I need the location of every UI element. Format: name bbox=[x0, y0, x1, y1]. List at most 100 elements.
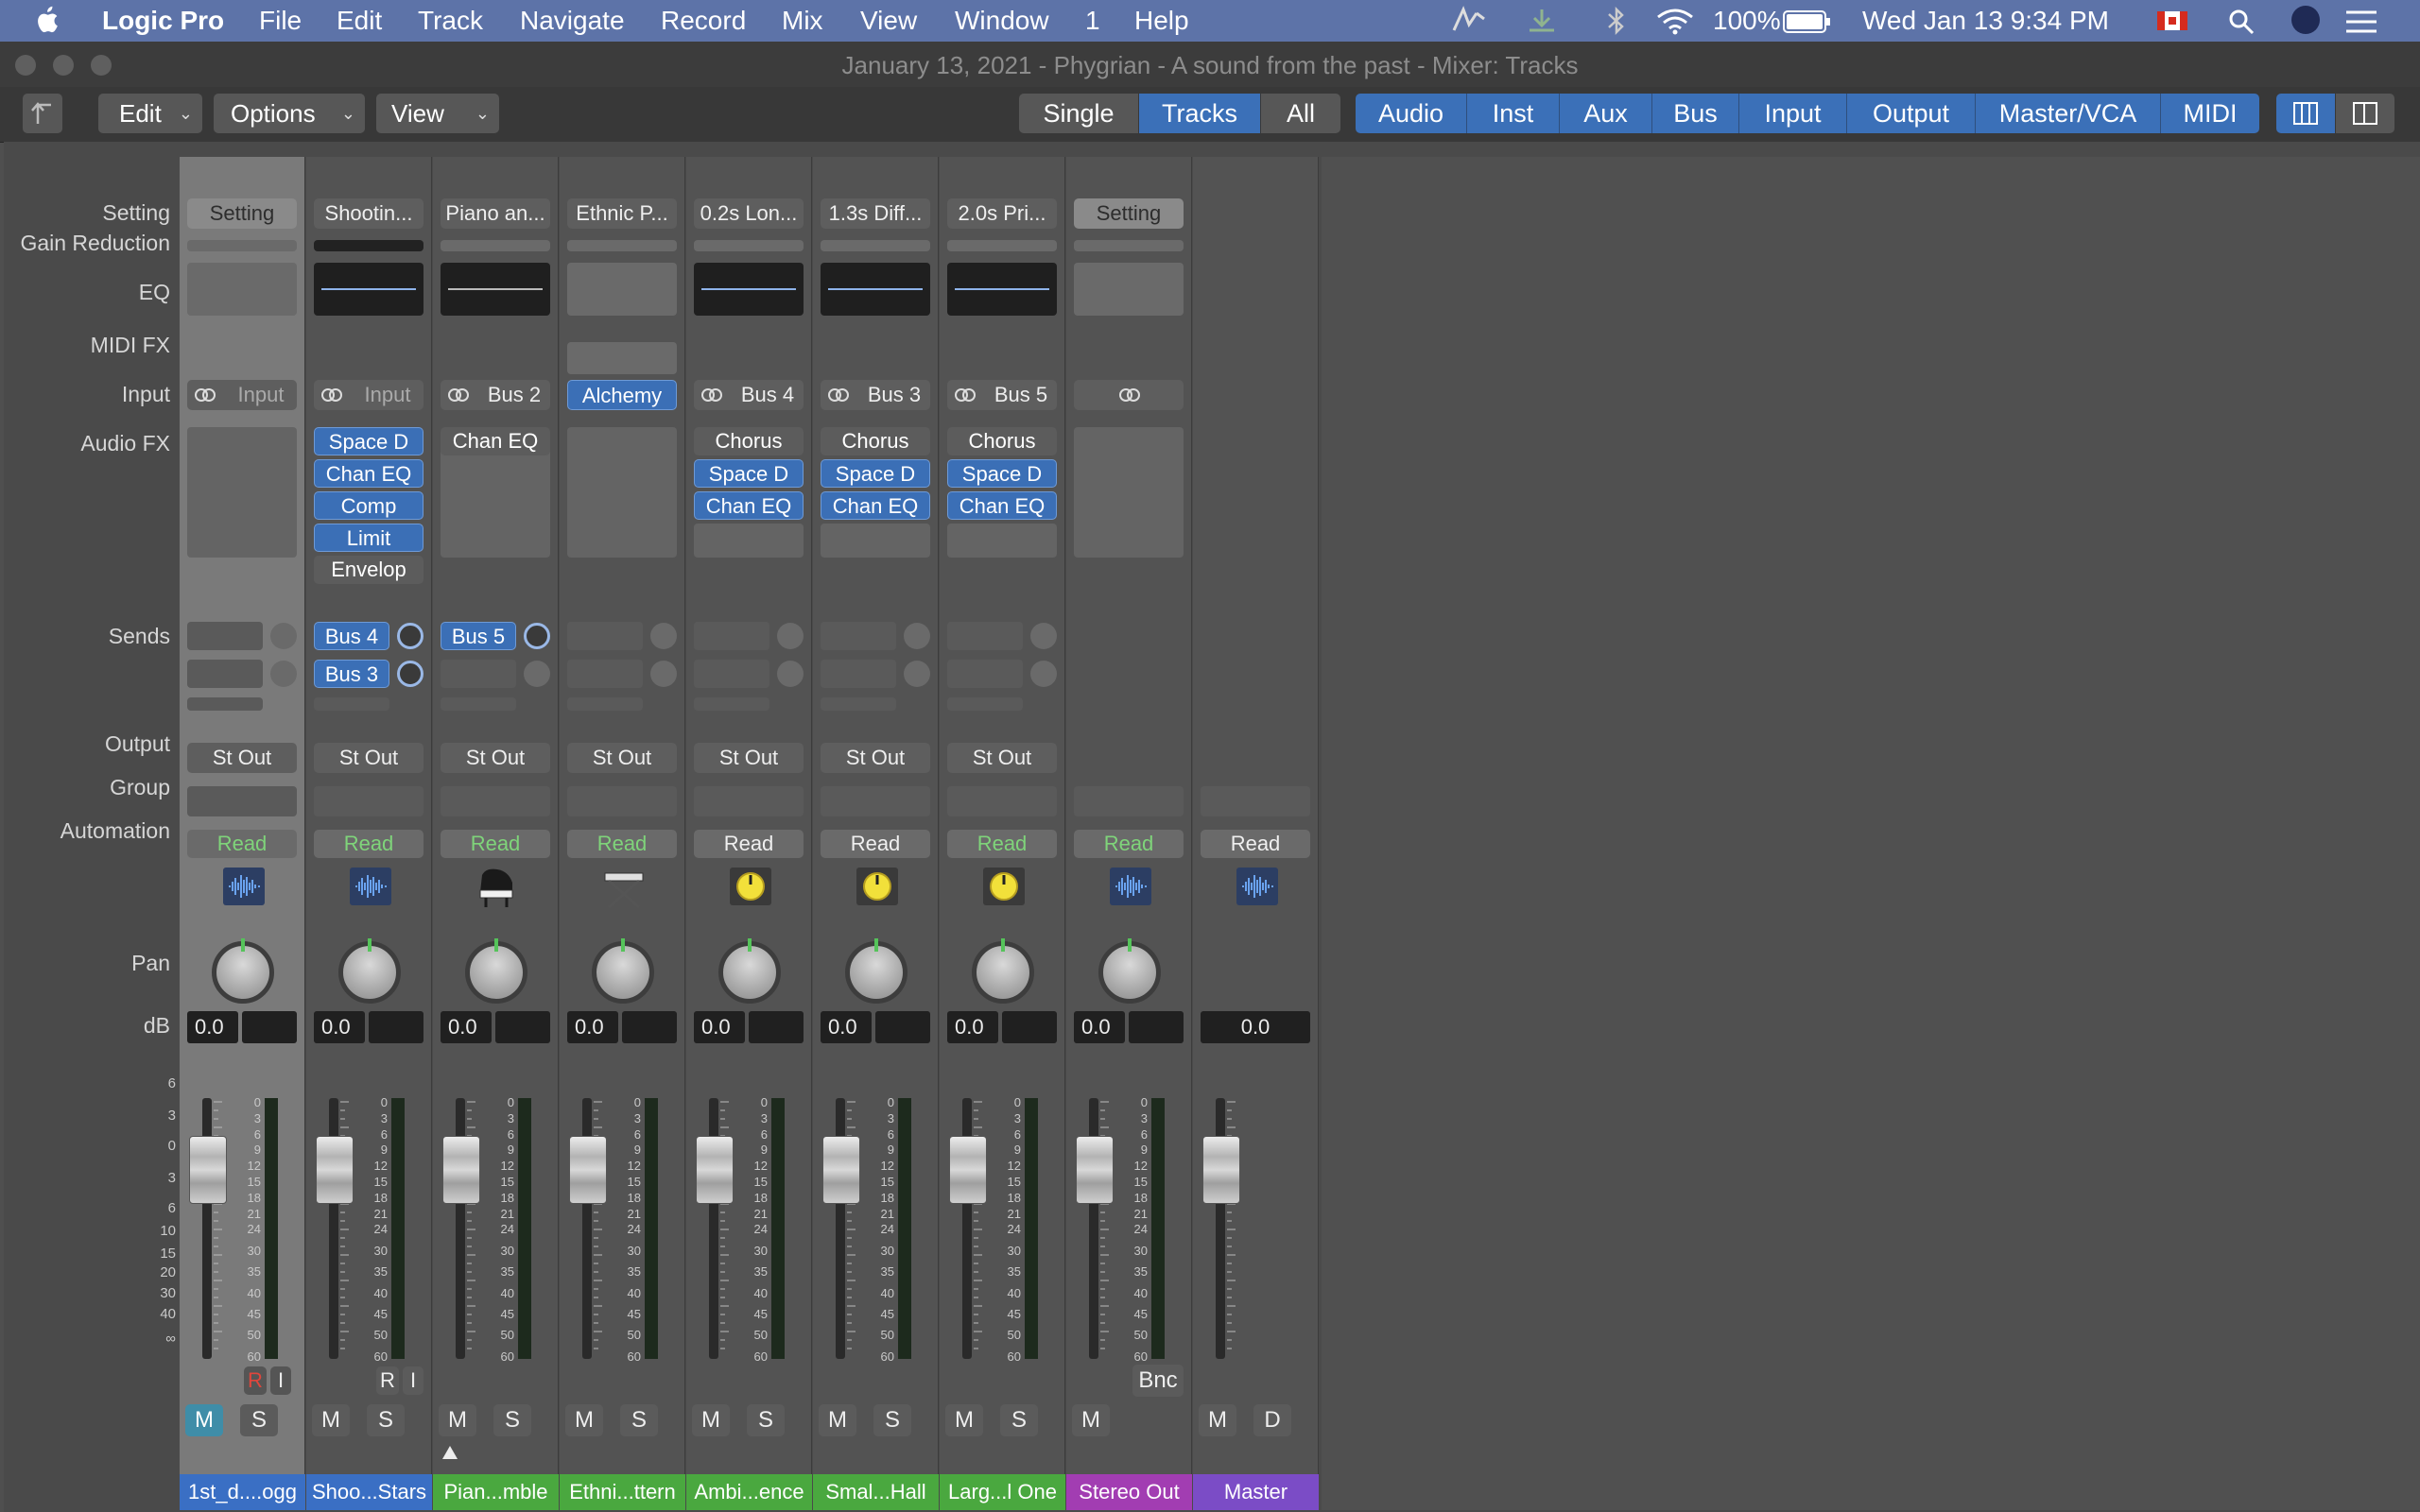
send-slot[interactable] bbox=[821, 660, 896, 688]
wifi-icon[interactable] bbox=[1654, 6, 1696, 36]
stereo-link-icon[interactable] bbox=[191, 380, 219, 410]
pan-knob[interactable] bbox=[972, 938, 1034, 1004]
track-name[interactable]: Stereo Out bbox=[1066, 1474, 1192, 1510]
keyboard-stand-icon[interactable] bbox=[601, 864, 647, 909]
automation-mode[interactable]: Read bbox=[694, 830, 804, 858]
send-level-knob[interactable] bbox=[270, 661, 297, 687]
automation-mode[interactable]: Read bbox=[567, 830, 677, 858]
battery-icon[interactable] bbox=[1783, 9, 1832, 34]
wide-channel-strips-button[interactable] bbox=[2276, 94, 2335, 133]
solo-button[interactable]: S bbox=[493, 1404, 531, 1436]
volume-fader[interactable] bbox=[316, 1136, 354, 1204]
output-slot[interactable]: St Out bbox=[694, 743, 804, 773]
filter-inst[interactable]: Inst bbox=[1467, 94, 1560, 133]
audio-fx-slot[interactable]: Envelop bbox=[314, 556, 424, 584]
volume-fader[interactable] bbox=[442, 1136, 480, 1204]
mute-button[interactable]: M bbox=[692, 1404, 730, 1436]
setting-button[interactable]: 0.2s Lon... bbox=[694, 198, 804, 229]
volume-readout[interactable]: 0.0 bbox=[441, 1011, 492, 1043]
menu-screenset[interactable]: 1 bbox=[1085, 6, 1100, 36]
audio-fx-area[interactable] bbox=[1074, 427, 1184, 558]
peak-readout[interactable] bbox=[749, 1011, 804, 1043]
folder-disclosure-icon[interactable] bbox=[442, 1446, 458, 1459]
automation-mode[interactable]: Read bbox=[1074, 830, 1184, 858]
volume-fader[interactable] bbox=[822, 1136, 860, 1204]
volume-readout[interactable]: 0.0 bbox=[187, 1011, 238, 1043]
eq-thumbnail[interactable] bbox=[441, 263, 550, 316]
group-slot[interactable] bbox=[821, 786, 930, 816]
audio-fx-slot[interactable]: Space D bbox=[694, 459, 804, 488]
filter-audio[interactable]: Audio bbox=[1356, 94, 1467, 133]
download-icon[interactable] bbox=[1526, 6, 1558, 36]
automation-mode[interactable]: Read bbox=[441, 830, 550, 858]
volume-fader[interactable] bbox=[949, 1136, 987, 1204]
view-menu-button[interactable]: View ⌄ bbox=[376, 94, 499, 133]
send-slot[interactable] bbox=[821, 622, 896, 650]
volume-fader[interactable] bbox=[696, 1136, 734, 1204]
audio-fx-slot[interactable]: Space D bbox=[947, 459, 1057, 488]
stereo-link-icon[interactable] bbox=[318, 380, 346, 410]
audio-fx-area[interactable] bbox=[821, 524, 930, 558]
volume-fader[interactable] bbox=[1076, 1136, 1114, 1204]
aux-knob-icon[interactable] bbox=[981, 864, 1027, 909]
mute-button[interactable]: M bbox=[565, 1404, 603, 1436]
audio-fx-slot[interactable]: Space D bbox=[314, 427, 424, 455]
volume-readout[interactable]: 0.0 bbox=[314, 1011, 365, 1043]
output-slot[interactable]: St Out bbox=[187, 743, 297, 773]
pan-knob[interactable] bbox=[845, 938, 908, 1004]
filter-input[interactable]: Input bbox=[1739, 94, 1847, 133]
output-slot[interactable]: St Out bbox=[821, 743, 930, 773]
solo-button[interactable]: S bbox=[1000, 1404, 1038, 1436]
send-level-knob[interactable] bbox=[1030, 623, 1057, 649]
track-name[interactable]: Master bbox=[1193, 1474, 1319, 1510]
apple-icon[interactable] bbox=[36, 6, 59, 34]
group-slot[interactable] bbox=[1074, 786, 1184, 816]
peak-readout[interactable] bbox=[242, 1011, 297, 1043]
automation-mode[interactable]: Read bbox=[187, 830, 297, 858]
stereo-link-icon[interactable] bbox=[1115, 380, 1144, 410]
notification-center-icon[interactable] bbox=[2344, 9, 2378, 34]
audio-fx-area[interactable] bbox=[947, 524, 1057, 558]
send-slot[interactable] bbox=[567, 622, 643, 650]
send-slot[interactable] bbox=[567, 697, 643, 711]
solo-button[interactable]: S bbox=[367, 1404, 405, 1436]
piano-icon[interactable] bbox=[475, 864, 520, 909]
audio-fx-area[interactable] bbox=[567, 427, 677, 558]
pan-knob[interactable] bbox=[338, 938, 401, 1004]
audio-fx-slot[interactable]: Chan EQ bbox=[314, 459, 424, 488]
volume-fader[interactable] bbox=[189, 1136, 227, 1204]
send-slot[interactable] bbox=[694, 697, 769, 711]
audio-fx-slot[interactable]: Chorus bbox=[821, 427, 930, 455]
mute-button[interactable]: M bbox=[439, 1404, 476, 1436]
send-level-knob[interactable] bbox=[650, 661, 677, 687]
audio-fx-slot[interactable]: Chorus bbox=[694, 427, 804, 455]
send-level-knob[interactable] bbox=[397, 661, 424, 687]
track-name[interactable]: Larg...l One bbox=[940, 1474, 1065, 1510]
eq-thumbnail[interactable] bbox=[821, 263, 930, 316]
pan-knob[interactable] bbox=[465, 938, 527, 1004]
volume-readout[interactable]: 0.0 bbox=[694, 1011, 745, 1043]
peak-readout[interactable] bbox=[875, 1011, 930, 1043]
audio-fx-slot[interactable]: Chan EQ bbox=[441, 427, 550, 455]
automation-mode[interactable]: Read bbox=[947, 830, 1057, 858]
volume-fader[interactable] bbox=[1202, 1136, 1240, 1204]
hierarchy-up-button[interactable] bbox=[23, 94, 62, 133]
setting-button[interactable]: Setting bbox=[1074, 198, 1184, 229]
volume-readout[interactable]: 0.0 bbox=[947, 1011, 998, 1043]
eq-thumbnail[interactable] bbox=[314, 263, 424, 316]
send-slot[interactable]: Bus 4 bbox=[314, 622, 389, 650]
group-slot[interactable] bbox=[694, 786, 804, 816]
eq-thumbnail[interactable] bbox=[947, 263, 1057, 316]
volume-readout[interactable]: 0.0 bbox=[567, 1011, 618, 1043]
output-slot[interactable]: St Out bbox=[567, 743, 677, 773]
input-slot[interactable]: Bus 3 bbox=[821, 380, 930, 410]
track-name[interactable]: Smal...Hall bbox=[813, 1474, 939, 1510]
stereo-link-icon[interactable] bbox=[824, 380, 853, 410]
send-level-knob[interactable] bbox=[650, 623, 677, 649]
menu-record[interactable]: Record bbox=[661, 6, 746, 36]
menu-view[interactable]: View bbox=[860, 6, 917, 36]
peak-readout[interactable] bbox=[1002, 1011, 1057, 1043]
aux-knob-icon[interactable] bbox=[728, 864, 773, 909]
send-slot[interactable] bbox=[694, 622, 769, 650]
eq-thumbnail[interactable] bbox=[187, 263, 297, 316]
